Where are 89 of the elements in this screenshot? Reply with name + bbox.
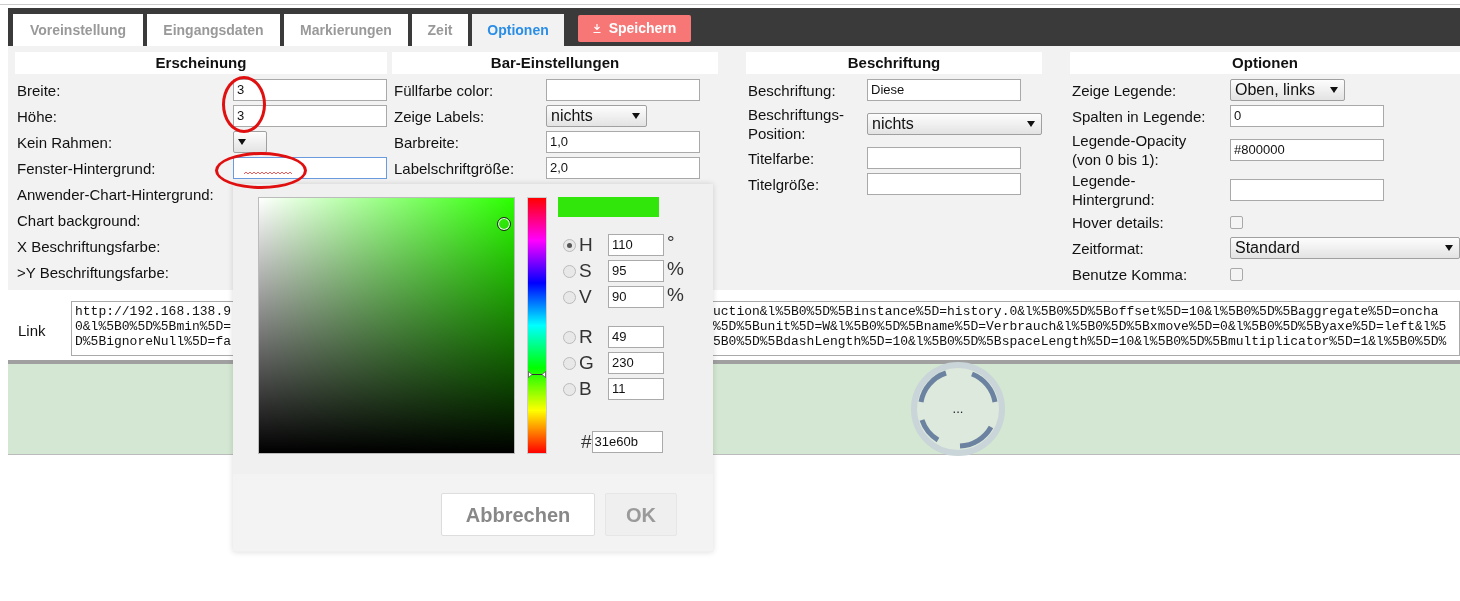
unit-label: % [667,285,684,304]
checkbox[interactable] [1230,215,1243,229]
field-label: Fenster-Hintergrund: [16,158,157,178]
channel-label: H [579,232,594,257]
hue-slider-thumb[interactable] [528,370,546,378]
field-label: Titelfarbe: [747,148,816,168]
loading-text: ... [952,400,964,419]
channel-label: S [579,258,593,283]
input-field[interactable]: 110 [608,234,664,256]
field-label: Kein Rahmen: [16,132,114,152]
field-label: Legende-Opacity (von 0 bis 1): [1071,131,1188,169]
radio-button[interactable] [563,238,576,252]
channel-label: B [579,376,593,401]
section-header: Optionen [1070,52,1460,74]
input-field[interactable]: 90 [608,286,664,308]
field-label: >Y Beschriftungsfarbe: [16,262,170,282]
input-field[interactable]: 11 [608,378,664,400]
input-field[interactable]: 95 [608,260,664,282]
field-label: Zeige Legende: [1071,80,1178,100]
field-label: Breite: [16,80,62,100]
link-text: D%5BignoreNull%5D=fa [75,334,231,349]
radio-button[interactable] [563,264,576,278]
link-text: uction&l%5B0%5D%5Binstance%5D=history.0&l%5B0%5D%5Boffset%5D=10&l%5B0%5D%5Baggregate%5D=oncha [713,304,1439,319]
input-field[interactable]: 3 [233,105,387,127]
checkbox[interactable] [1230,267,1243,281]
select-field[interactable]: Oben, links [1230,79,1345,101]
input-field[interactable]: 0 [1230,105,1384,127]
select-field[interactable]: Standard [1230,237,1460,259]
field-label: Labelschriftgröße: [393,158,516,178]
field-label: Spalten in Legende: [1071,106,1207,126]
caret-icon [632,113,640,119]
section-header: Erscheinung [15,52,387,74]
caret-icon [1027,121,1035,127]
input-field[interactable] [233,157,387,179]
field-label: Höhe: [16,106,59,126]
field-label: Zeitformat: [1071,238,1145,258]
section-header: Bar-Einstellungen [392,52,718,74]
select-field[interactable] [233,131,267,153]
radio-button[interactable] [563,382,576,396]
annotation-circle [222,76,266,133]
caret-icon [238,139,246,145]
link-text: %5D%5Bunit%5D=W&l%5B0%5D%5Bname%5D=Verbrauch&l%5B0%5D%5Bxmove%5D=0&l%5B0%5D%5Byaxe%5D=left&l%5 [713,319,1447,334]
field-label: Hover details: [1071,212,1165,232]
input-field[interactable]: 49 [608,326,664,348]
link-text: 0&l%5B0%5D%5Bmin%5D= [75,319,231,334]
field-label: Beschriftungs-Position: [747,105,845,143]
input-field[interactable] [1230,179,1384,201]
link-text: http://192.168.138.9 [75,304,231,319]
download-icon [592,24,601,33]
radio-button[interactable] [563,290,576,304]
select-field[interactable]: nichts [546,105,647,127]
hex-prefix: # [581,429,592,454]
field-label: Beschriftung: [747,80,837,100]
radio-button[interactable] [563,330,576,344]
field-label: Füllfarbe color: [393,80,495,100]
unit-label: % [667,259,684,278]
input-field[interactable] [867,147,1021,169]
field-label: Anwender-Chart-Hintergrund: [16,184,215,204]
caret-icon [1330,87,1338,93]
hue-slider[interactable] [527,197,547,454]
section-header: Beschriftung [746,52,1042,74]
input-field[interactable] [867,173,1021,195]
unit-label: ° [667,233,675,252]
input-field[interactable]: 230 [608,352,664,374]
radio-button[interactable] [563,356,576,370]
caret-icon [1445,245,1453,251]
cancel-button[interactable]: Abbrechen [441,493,595,536]
field-label: Legende-Hintergrund: [1071,171,1156,209]
input-field[interactable]: 3 [233,79,387,101]
input-field[interactable]: #800000 [1230,139,1384,161]
hex-input[interactable]: 31e60b [591,431,663,453]
field-label: Zeige Labels: [393,106,486,126]
field-label: Titelgröße: [747,174,821,194]
input-field[interactable]: 1,0 [546,131,700,153]
select-field[interactable]: nichts [867,113,1042,135]
field-label: Link [18,321,47,341]
input-field[interactable] [546,79,700,101]
channel-label: R [579,324,594,349]
spellcheck-underline [244,172,292,175]
color-field[interactable] [258,197,515,454]
field-label: Benutze Komma: [1071,264,1189,284]
input-field[interactable]: Diese [867,79,1021,101]
channel-label: G [579,350,595,375]
field-label: X Beschriftungsfarbe: [16,236,162,256]
link-text: 5B0%5D%5BdashLength%5D=10&l%5B0%5D%5BspaceLength%5D=10&l%5B0%5D%5Bmultiplicator%5D=1&l%5B0%5D% [713,334,1447,349]
input-field[interactable]: 2,0 [546,157,700,179]
channel-label: V [579,284,593,309]
field-label: Chart background: [16,210,142,230]
field-label: Barbreite: [393,132,461,152]
